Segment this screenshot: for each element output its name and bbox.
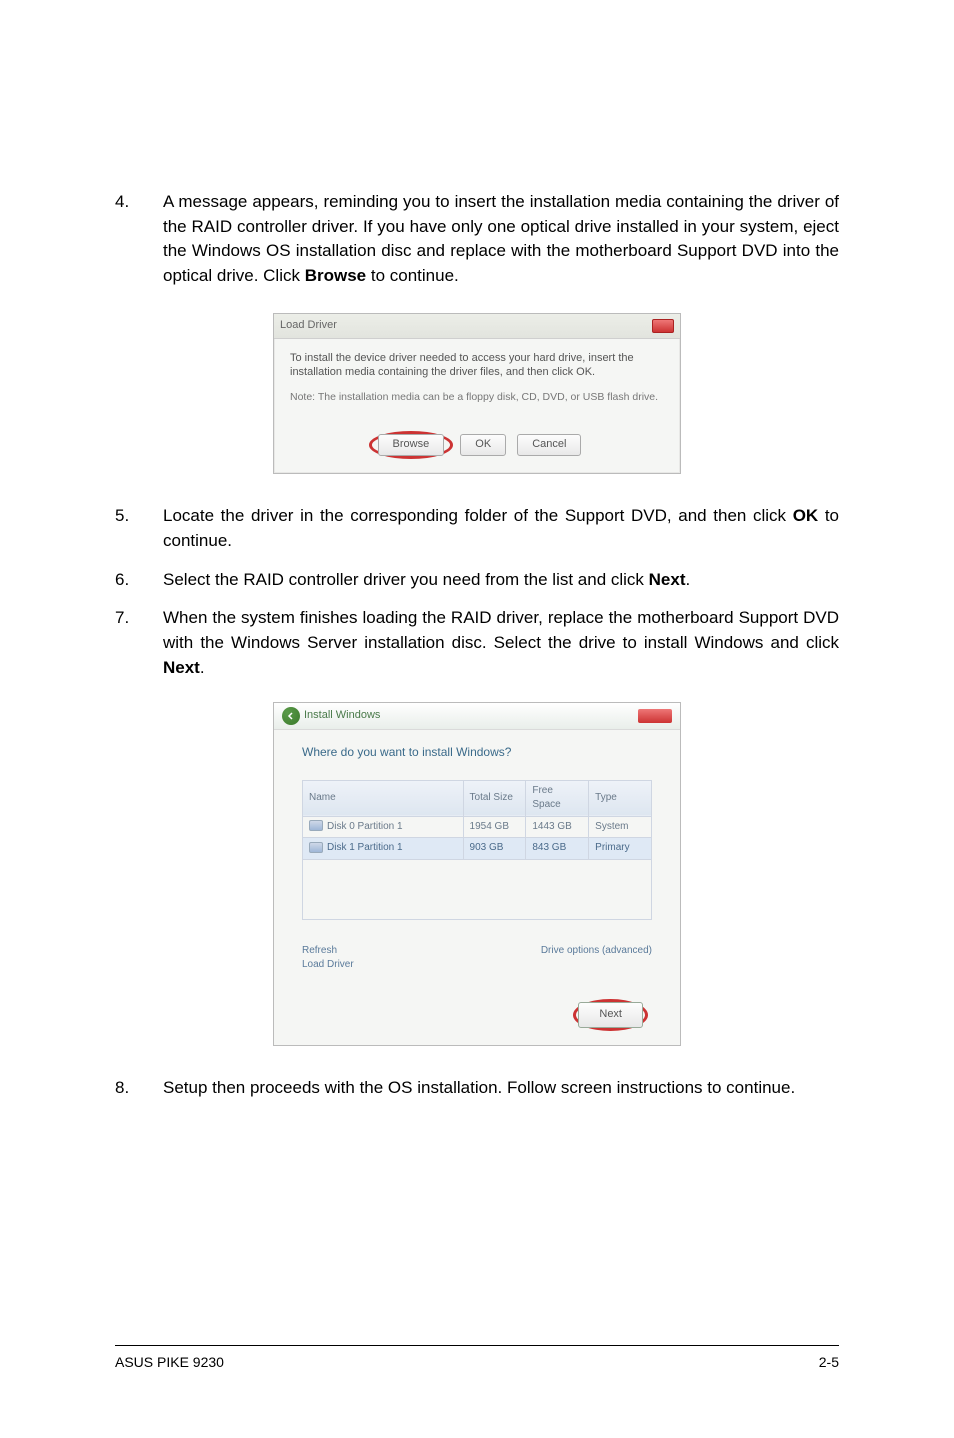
window-buttons-icon[interactable] — [638, 709, 672, 723]
col-free: Free Space — [532, 785, 560, 811]
page-footer: ASUS PIKE 9230 2-5 — [115, 1345, 839, 1372]
step7-text-b: . — [200, 658, 205, 677]
step-number: 6. — [115, 568, 163, 593]
step-body: Select the RAID controller driver you ne… — [163, 568, 839, 593]
disk0-name: Disk 0 Partition 1 — [327, 821, 403, 832]
table-row[interactable]: Disk 0 Partition 1 1954 GB 1443 GB Syste… — [303, 816, 652, 838]
step6-bold: Next — [649, 570, 686, 589]
step7-bold: Next — [163, 658, 200, 677]
disk1-name: Disk 1 Partition 1 — [327, 842, 403, 853]
cancel-button[interactable]: Cancel — [517, 434, 581, 456]
step-body: When the system finishes loading the RAI… — [163, 606, 839, 680]
dialog-title: Load Driver — [280, 318, 337, 334]
refresh-link[interactable]: Refresh — [302, 945, 337, 956]
back-icon[interactable] — [282, 707, 300, 725]
dialog-message: To install the device driver needed to a… — [290, 351, 664, 381]
col-total: Total Size — [470, 792, 513, 803]
step-number: 7. — [115, 606, 163, 680]
disk-icon — [309, 842, 323, 853]
step4-text-a: A message appears, reminding you to inse… — [163, 192, 839, 285]
col-type: Type — [595, 792, 617, 803]
close-icon[interactable] — [652, 319, 674, 333]
install-windows-title: Install Windows — [304, 708, 380, 724]
install-question: Where do you want to install Windows? — [302, 744, 652, 761]
step-body: Locate the driver in the corresponding f… — [163, 504, 839, 553]
dialog-titlebar: Install Windows — [274, 703, 680, 730]
step8-text-a: Setup then proceeds with the OS installa… — [163, 1078, 795, 1097]
browse-button[interactable]: Browse — [378, 434, 445, 456]
step4-bold: Browse — [305, 266, 366, 285]
footer-page-number: 2-5 — [819, 1352, 839, 1372]
step4-text-b: to continue. — [366, 266, 459, 285]
table-row[interactable]: Disk 1 Partition 1 903 GB 843 GB Primary — [303, 838, 652, 860]
next-button[interactable]: Next — [578, 1002, 643, 1028]
load-driver-dialog: Load Driver To install the device driver… — [273, 313, 681, 475]
disk-icon — [309, 820, 323, 831]
col-name: Name — [309, 792, 336, 803]
step-number: 5. — [115, 504, 163, 553]
dialog-note: Note: The installation media can be a fl… — [290, 390, 664, 405]
next-highlight-oval: Next — [573, 999, 648, 1031]
browse-highlight-oval: Browse — [369, 431, 454, 459]
disk1-type: Primary — [589, 838, 652, 860]
step6-text-b: . — [686, 570, 691, 589]
step-body: Setup then proceeds with the OS installa… — [163, 1076, 839, 1101]
disk0-type: System — [589, 816, 652, 838]
disk1-total: 903 GB — [463, 838, 526, 860]
step5-text-a: Locate the driver in the corresponding f… — [163, 506, 793, 525]
install-windows-dialog: Install Windows Where do you want to ins… — [273, 702, 681, 1045]
step6-text-a: Select the RAID controller driver you ne… — [163, 570, 649, 589]
drive-options-link[interactable]: Drive options (advanced) — [541, 945, 652, 956]
step-body: A message appears, reminding you to inse… — [163, 190, 839, 289]
dialog-titlebar: Load Driver — [274, 314, 680, 339]
step-number: 4. — [115, 190, 163, 289]
step7-text-a: When the system finishes loading the RAI… — [163, 608, 839, 652]
disk1-free: 843 GB — [526, 838, 589, 860]
disk-table: Name Total Size Free Space Type Disk 0 P… — [302, 780, 652, 920]
ok-button[interactable]: OK — [460, 434, 506, 456]
step-number: 8. — [115, 1076, 163, 1101]
disk0-free: 1443 GB — [526, 816, 589, 838]
step5-bold: OK — [793, 506, 819, 525]
footer-left: ASUS PIKE 9230 — [115, 1352, 224, 1372]
load-driver-link[interactable]: Load Driver — [302, 959, 354, 970]
disk0-total: 1954 GB — [463, 816, 526, 838]
